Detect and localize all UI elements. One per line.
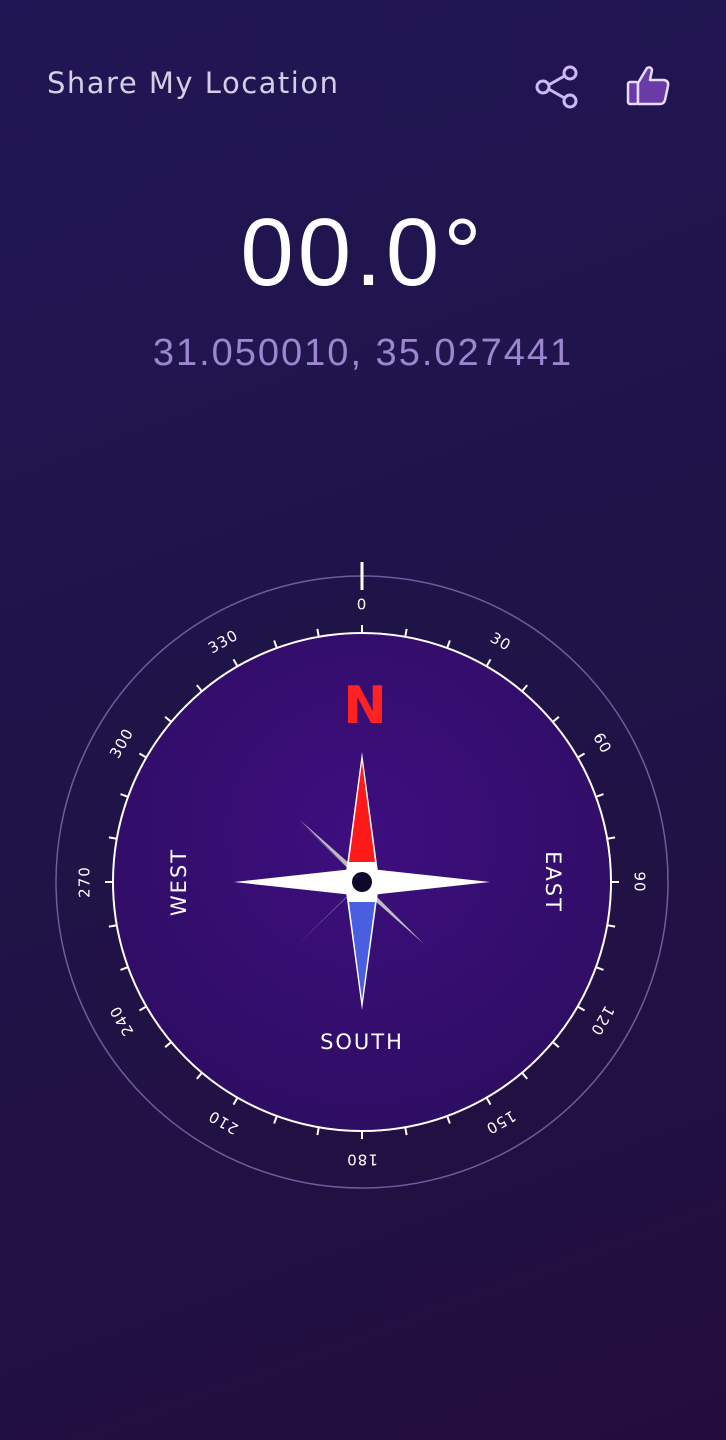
tick-mark (446, 1115, 451, 1124)
degree-label: 150 (483, 1107, 519, 1138)
tick-mark (552, 716, 560, 723)
tick-mark (316, 628, 320, 637)
west-label: WEST (167, 848, 191, 916)
tick-mark (138, 1005, 147, 1012)
degree-label: 330 (205, 626, 241, 657)
degree-label: 60 (589, 730, 615, 757)
degree-label: 270 (76, 866, 94, 898)
tick-mark (607, 836, 616, 840)
south-label: SOUTH (320, 1030, 404, 1054)
tick-mark (138, 752, 147, 759)
tick-mark (577, 1005, 586, 1012)
tick-mark (196, 1072, 203, 1080)
tick-mark (232, 658, 239, 667)
tick-mark (164, 1041, 172, 1048)
degree-label: 30 (487, 629, 514, 655)
tick-mark (446, 640, 451, 649)
degree-label: 180 (346, 1151, 378, 1169)
compass-dial: 0 30 60 90 120 150 180 210 240 270 300 330 N EAST S… (55, 562, 669, 1189)
tick-mark (196, 684, 203, 692)
tick-mark (595, 966, 604, 971)
degree-label: 210 (205, 1107, 241, 1138)
degree-label: 240 (106, 1003, 137, 1039)
degree-label: 0 (357, 596, 368, 614)
tick-mark (404, 1127, 408, 1136)
tick-mark (120, 966, 129, 971)
tick-mark (595, 793, 604, 798)
tick-mark (164, 716, 172, 723)
east-label: EAST (541, 851, 565, 913)
tick-mark (521, 684, 528, 692)
tick-mark (108, 836, 117, 840)
tick-mark (108, 924, 117, 928)
tick-mark (232, 1097, 239, 1106)
north-label: N (343, 676, 387, 736)
tick-mark (273, 1115, 278, 1124)
tick-mark (316, 1127, 320, 1136)
tick-mark (404, 628, 408, 637)
tick-mark (607, 924, 616, 928)
tick-mark (577, 752, 586, 759)
tick-mark (485, 1097, 492, 1106)
tick-mark (273, 640, 278, 649)
tick-mark (120, 793, 129, 798)
degree-label: 120 (587, 1003, 618, 1039)
degree-label: 300 (106, 725, 137, 761)
tick-mark (521, 1072, 528, 1080)
tick-mark (485, 658, 492, 667)
degree-label: 90 (631, 871, 649, 892)
tick-mark (552, 1041, 560, 1048)
